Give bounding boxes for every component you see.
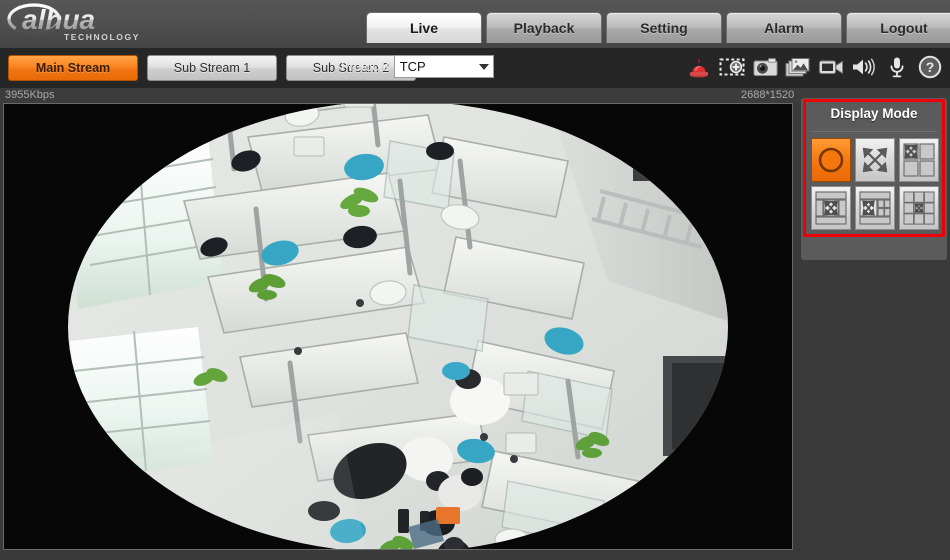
video-action-icons: ? xyxy=(685,53,944,81)
svg-text:?: ? xyxy=(926,59,935,75)
office-scene-graphic xyxy=(68,104,728,549)
stream-toolbar: Main Stream Sub Stream 1 Sub Stream 2 Pr… xyxy=(0,48,950,89)
resolution-label: 2688*1520 xyxy=(741,89,795,101)
svg-text:TECHNOLOGY: TECHNOLOGY xyxy=(64,32,140,42)
display-mode-panel: Display Mode xyxy=(801,98,947,260)
sub-stream-1-button[interactable]: Sub Stream 1 xyxy=(147,55,277,81)
tab-logout[interactable]: Logout xyxy=(846,12,950,43)
bitrate-label: 3955Kbps xyxy=(5,89,55,101)
microphone-icon[interactable] xyxy=(883,53,911,81)
audio-speaker-icon[interactable] xyxy=(850,53,878,81)
tab-playback[interactable]: Playback xyxy=(486,12,602,43)
alarm-siren-icon[interactable] xyxy=(685,53,713,81)
mode-1p-plus-4-side[interactable] xyxy=(855,186,895,230)
main-nav-tabs: Live Playback Setting Alarm Logout xyxy=(366,12,950,43)
help-icon[interactable]: ? xyxy=(916,53,944,81)
main-stream-button[interactable]: Main Stream xyxy=(8,55,138,81)
dahua-logo: alhua TECHNOLOGY xyxy=(6,2,176,44)
chevron-down-icon xyxy=(478,63,489,70)
wide-plus-4-icon xyxy=(859,191,891,225)
digital-zoom-icon[interactable] xyxy=(718,53,746,81)
grid-3x3-center-icon xyxy=(903,191,935,225)
triple-snapshot-icon[interactable] xyxy=(784,53,812,81)
video-player[interactable] xyxy=(3,103,793,550)
mode-1p-plus-4-center[interactable] xyxy=(811,186,851,230)
protocol-value: TCP xyxy=(399,59,426,74)
grid-2x2-tl-icon xyxy=(903,143,935,177)
live-view-page: alhua TECHNOLOGY Live Playback Setting A… xyxy=(0,0,950,560)
svg-text:alhua: alhua xyxy=(22,4,95,35)
protocol-label: Protocol xyxy=(341,59,389,74)
expand-full-icon xyxy=(862,147,888,173)
snapshot-icon[interactable] xyxy=(751,53,779,81)
mode-1p-plus-3[interactable] xyxy=(899,138,939,182)
mode-original-fisheye[interactable] xyxy=(811,138,851,182)
mode-1p-plus-8[interactable] xyxy=(899,186,939,230)
center-plus-4-icon xyxy=(815,191,847,225)
protocol-select[interactable]: TCP xyxy=(393,55,494,78)
circle-icon xyxy=(818,147,844,173)
record-icon[interactable] xyxy=(817,53,845,81)
tab-alarm[interactable]: Alarm xyxy=(726,12,842,43)
app-header: alhua TECHNOLOGY Live Playback Setting A… xyxy=(0,0,950,49)
panel-divider xyxy=(811,131,937,132)
display-mode-grid xyxy=(811,138,939,230)
tab-live[interactable]: Live xyxy=(366,12,482,43)
tab-setting[interactable]: Setting xyxy=(606,12,722,43)
mode-panorama-1p[interactable] xyxy=(855,138,895,182)
fisheye-image xyxy=(68,104,728,549)
video-canvas xyxy=(4,104,792,549)
display-mode-title: Display Mode xyxy=(830,106,918,121)
protocol-control: Protocol TCP xyxy=(341,55,494,78)
